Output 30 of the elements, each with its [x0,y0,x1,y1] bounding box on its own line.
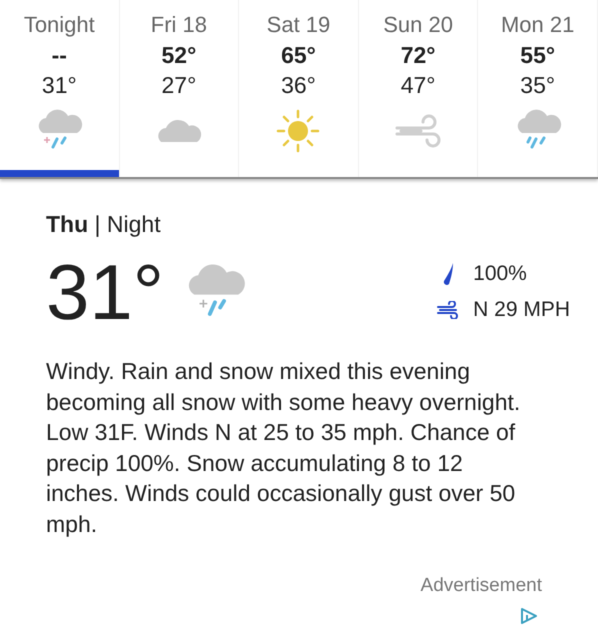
current-temperature: 31° [46,248,164,336]
forecast-description: Windy. Rain and snow mixed this evening becoming all snow with some heavy overnight. Low 31F. Winds N at 25 to 35 mph. Chance of precip 100%. Snow accumulating 8 to 12 inches. Winds could occasionally gust over 50 mph. [46,357,522,539]
forecast-day-tab[interactable]: Sat 19 65° 36° [239,0,359,177]
forecast-day-tab[interactable]: Fri 18 52° 27° [120,0,240,177]
wind-icon [395,114,442,148]
high-temperature: 72° [400,41,436,70]
advertisement-label: Advertisement [420,575,542,597]
forecast-day-tab[interactable]: Sun 20 72° 47° [358,0,478,177]
high-temperature: 55° [520,41,556,70]
low-temperature: 36° [281,71,316,100]
low-temperature: 31° [42,71,77,100]
high-temperature: 65° [281,41,316,70]
sun-icon [276,109,320,153]
high-temperature: 52° [162,41,196,70]
high-temperature: -- [52,41,67,70]
low-temperature: 27° [162,71,196,100]
day-label: Mon 21 [500,12,574,38]
forecast-day-tab[interactable]: Tonight -- 31° [0,0,120,177]
day-label: Fri 18 [150,12,208,38]
period-heading: Thu | Night [46,211,162,238]
precipitation-chance: 100% [473,262,527,286]
day-label: Sat 19 [266,12,330,38]
low-temperature: 47° [400,71,436,100]
wind-speed: N 29 MPH [473,298,570,322]
wind-icon [437,301,460,319]
ad-choices-icon[interactable] [520,607,538,625]
day-label: Tonight [24,12,95,38]
forecast-day-tab[interactable]: Mon 21 55° 35° [478,0,598,177]
low-temperature: 35° [520,71,556,100]
day-label: Sun 20 [383,12,453,38]
